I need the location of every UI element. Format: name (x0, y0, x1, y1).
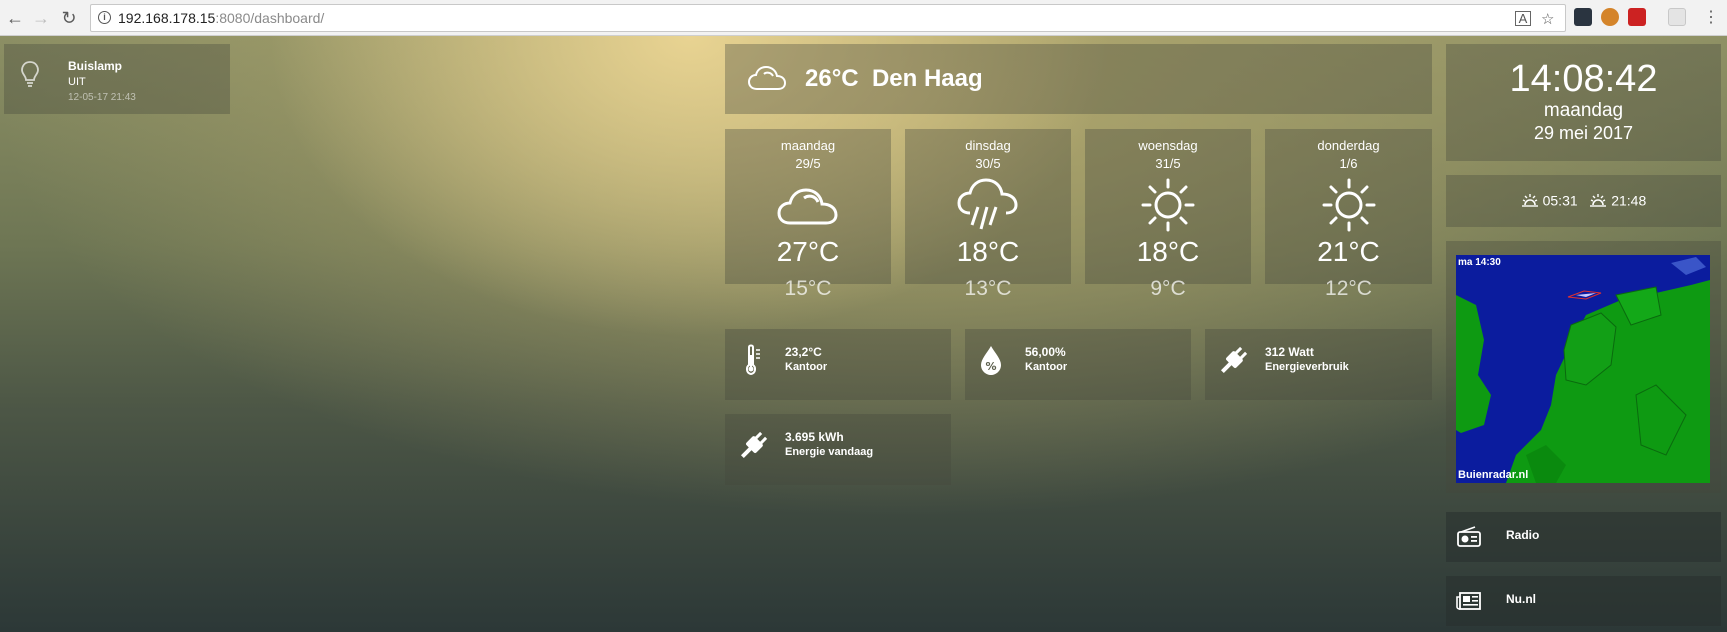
extension-icon-2[interactable] (1601, 8, 1619, 26)
humidity-tile[interactable]: % 56,00% Kantoor (965, 329, 1191, 400)
power-tile[interactable]: 312 Watt Energieverbruik (1205, 329, 1432, 400)
clock-time: 14:08:42 (1509, 58, 1658, 100)
address-bar[interactable]: i 192.168.178.15:8080/dashboard/ A ☆ (90, 4, 1566, 32)
url-text: 192.168.178.15:8080/dashboard/ (118, 10, 324, 26)
energy-today-tile[interactable]: 3.695 kWh Energie vandaag (725, 414, 951, 485)
url-path: :8080/dashboard/ (215, 10, 325, 26)
extension-icon-1[interactable] (1574, 8, 1592, 26)
sensor-label: Energie vandaag (785, 446, 874, 458)
lamp-timestamp: 12-05-17 21:43 (68, 92, 136, 103)
clock-tile: 14:08:42 maandag 29 mei 2017 (1446, 44, 1721, 161)
temperature-tile[interactable]: 23,2°C Kantoor (725, 329, 951, 400)
nunl-link-label: Nu.nl (1506, 592, 1536, 606)
plug-icon (1220, 346, 1248, 374)
sensor-label: Energieverbruik (1265, 361, 1349, 373)
plug-icon (740, 431, 768, 459)
forecast-day: dinsdag (965, 138, 1011, 153)
radar-brand: Buienradar.nl (1458, 469, 1529, 481)
cloud-rain-icon (957, 178, 1018, 230)
forecast-date: 1/6 (1339, 156, 1358, 171)
current-city: Den Haag (871, 65, 983, 92)
forecast-high: 18°C (1136, 236, 1200, 267)
extension-icon-3[interactable] (1628, 8, 1646, 26)
sunrise-time: 05:31 (1542, 192, 1578, 209)
svg-text:%: % (985, 360, 996, 373)
forecast-high: 18°C (956, 236, 1020, 267)
reload-button[interactable]: ↻ (58, 7, 80, 29)
forecast-date: 31/5 (1155, 156, 1181, 171)
url-host: 192.168.178.15 (118, 10, 216, 26)
forecast-date: 30/5 (975, 156, 1001, 171)
lamp-state: UIT (68, 76, 86, 88)
radio-icon (1457, 526, 1481, 547)
bookmark-star-icon[interactable]: ☆ (1541, 10, 1554, 28)
lamp-tile[interactable]: Buislamp UIT 12-05-17 21:43 (4, 44, 230, 114)
forecast-low: 15°C (784, 277, 832, 300)
humidity-icon: % (981, 346, 1001, 375)
sensor-value: 3.695 kWh (785, 430, 844, 444)
forecast-day: woensdag (1138, 138, 1198, 153)
forecast-day: donderdag (1317, 138, 1380, 153)
thermometer-icon (745, 344, 760, 376)
menu-icon[interactable]: ⋮ (1700, 7, 1722, 29)
radio-link[interactable]: Radio (1446, 512, 1721, 562)
forecast-tile: donderdag 1/6 21°C 12°C (1265, 129, 1432, 300)
lamp-title: Buislamp (68, 59, 123, 73)
sun-icon (1322, 178, 1375, 232)
sensor-value: 23,2°C (785, 345, 822, 359)
sensor-label: Kantoor (785, 361, 828, 373)
sun-icon (1141, 178, 1195, 232)
sunset-time: 21:48 (1611, 192, 1647, 209)
radar-time: ma 14:30 (1458, 257, 1501, 268)
back-button[interactable]: ← (4, 7, 26, 29)
forward-button[interactable]: → (30, 7, 52, 29)
forecast-low: 12°C (1325, 277, 1372, 300)
current-weather-text: 26°C Den Haag (805, 65, 983, 93)
nunl-link[interactable]: Nu.nl (1446, 576, 1721, 626)
sun-times-row: 05:31 21:48 (1446, 191, 1721, 208)
sensor-value: 56,00% (1025, 345, 1066, 359)
cloud-icon (747, 65, 787, 90)
forecast-high: 27°C (776, 236, 840, 267)
forecast-tile: dinsdag 30/5 18°C 13°C (905, 129, 1071, 300)
radio-link-label: Radio (1506, 528, 1540, 542)
radar-map-image (1456, 255, 1710, 483)
browser-toolbar: ← → ↻ i 192.168.178.15:8080/dashboard/ A… (0, 0, 1727, 36)
lightbulb-icon (21, 61, 39, 87)
translate-icon[interactable]: A (1515, 11, 1531, 26)
info-icon[interactable]: i (98, 11, 111, 24)
sun-times-tile: 05:31 21:48 (1446, 175, 1721, 227)
sensor-label: Kantoor (1025, 361, 1068, 373)
forecast-date: 29/5 (795, 156, 821, 171)
forecast-day: maandag (780, 138, 836, 153)
dashboard: Buislamp UIT 12-05-17 21:43 26°C Den Haa… (0, 36, 1727, 632)
sunrise-icon (1521, 194, 1538, 207)
radar-tile[interactable]: ma 14:30 Buienradar.nl (1446, 241, 1721, 493)
current-temperature: 26°C (805, 65, 859, 92)
sunset-icon (1590, 194, 1607, 207)
forecast-high: 21°C (1317, 236, 1380, 267)
rain-radar-map: ma 14:30 Buienradar.nl (1456, 255, 1710, 483)
clock-day: maandag (1543, 100, 1624, 121)
clock-date: 29 mei 2017 (1533, 123, 1634, 143)
newspaper-icon (1456, 592, 1481, 610)
forecast-tile: woensdag 31/5 18°C 9°C (1085, 129, 1251, 300)
cloud-icon (777, 188, 838, 225)
sensor-value: 312 Watt (1265, 345, 1314, 359)
forecast-low: 13°C (964, 277, 1012, 300)
forecast-tile: maandag 29/5 27°C 15°C (725, 129, 891, 300)
current-weather-tile: 26°C Den Haag (725, 44, 1432, 114)
forecast-low: 9°C (1150, 277, 1186, 300)
extension-icon-4[interactable] (1668, 8, 1686, 26)
